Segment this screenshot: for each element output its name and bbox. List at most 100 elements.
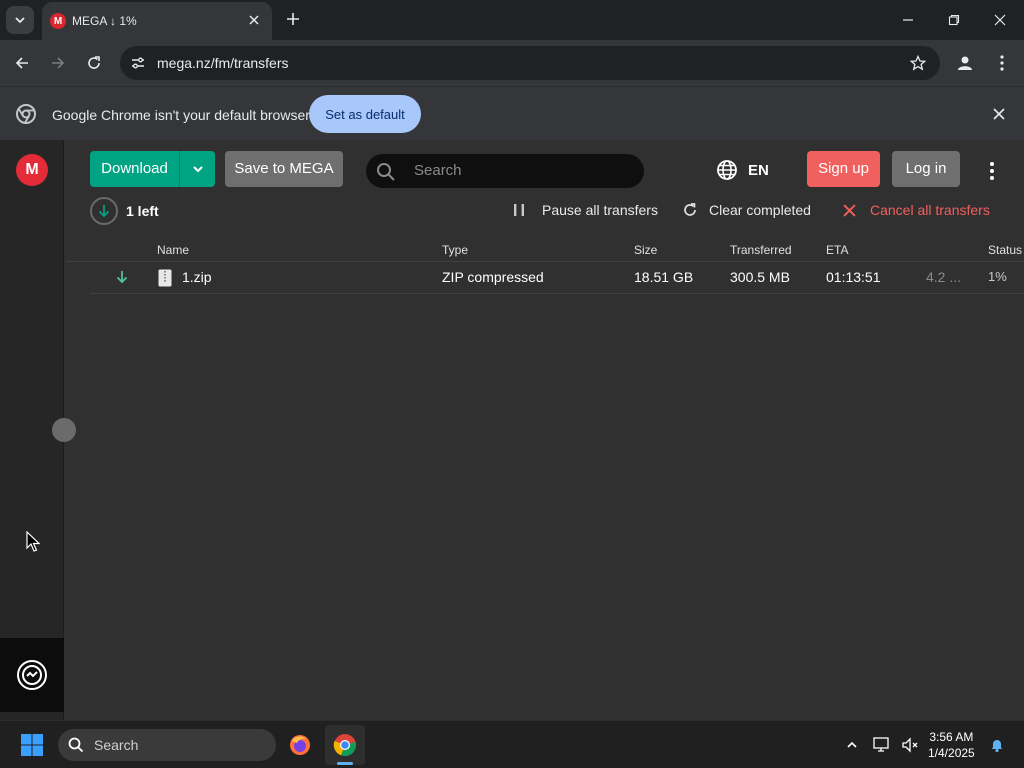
- file-type: ZIP compressed: [442, 269, 544, 285]
- sidebar-resize-handle[interactable]: [52, 418, 76, 442]
- language-label: EN: [748, 161, 769, 179]
- language-selector[interactable]: EN: [716, 159, 769, 181]
- close-icon: [994, 14, 1006, 26]
- taskbar-chrome[interactable]: [325, 725, 365, 765]
- window-close-button[interactable]: [978, 6, 1022, 34]
- table-row[interactable]: 1.zip ZIP compressed 18.51 GB 300.5 MB 0…: [90, 263, 1024, 294]
- eta-value: 01:13:51: [826, 269, 881, 285]
- download-options-button[interactable]: [180, 151, 215, 187]
- browser-toolbar: mega.nz/fm/transfers: [0, 40, 1024, 86]
- browser-tab-strip: M MEGA ↓ 1%: [0, 0, 1024, 40]
- bookmark-star-button[interactable]: [908, 53, 928, 73]
- clear-completed-button[interactable]: Clear completed: [683, 202, 811, 218]
- transfer-status: 1%: [988, 269, 1007, 284]
- taskbar-search-placeholder: Search: [94, 737, 139, 753]
- chrome-logo-icon: [16, 104, 36, 124]
- pause-all-transfers-button[interactable]: Pause all transfers: [512, 202, 658, 218]
- column-header-type[interactable]: Type: [442, 243, 468, 257]
- reload-icon: [88, 56, 100, 69]
- minimize-icon: [903, 19, 913, 21]
- chrome-icon: [333, 734, 356, 757]
- windows-logo-icon: [21, 734, 43, 756]
- taskbar-search-box[interactable]: Search: [58, 729, 276, 761]
- column-header-name[interactable]: Name: [157, 243, 189, 257]
- transfers-remaining-label: 1 left: [126, 203, 159, 219]
- download-button[interactable]: Download: [90, 151, 215, 187]
- arrow-right-icon: [52, 57, 65, 69]
- notifications-button[interactable]: [984, 725, 1010, 765]
- column-header-eta[interactable]: ETA: [826, 243, 848, 257]
- mega-menu-button[interactable]: [983, 162, 1001, 180]
- chrome-menu-button[interactable]: [988, 49, 1016, 77]
- profile-button[interactable]: [951, 49, 979, 77]
- set-as-default-button[interactable]: Set as default: [309, 95, 421, 133]
- zip-file-icon: [158, 269, 172, 290]
- tab-close-button[interactable]: [246, 12, 262, 28]
- file-size: 18.51 GB: [634, 269, 694, 285]
- back-button[interactable]: [8, 49, 36, 77]
- volume-status[interactable]: [894, 725, 926, 765]
- kebab-dot: [990, 162, 994, 166]
- kebab-menu-icon: [1000, 55, 1004, 71]
- pause-icon: [514, 204, 524, 216]
- firefox-icon: [290, 735, 310, 755]
- search-icon: [377, 163, 395, 181]
- pause-all-label: Pause all transfers: [542, 202, 658, 218]
- taskbar-firefox[interactable]: [280, 725, 320, 765]
- url-text: mega.nz/fm/transfers: [157, 55, 289, 71]
- chevron-down-icon: [15, 17, 25, 24]
- sign-up-button[interactable]: Sign up: [807, 151, 880, 187]
- kebab-dot: [990, 176, 994, 180]
- refresh-icon: [684, 203, 696, 216]
- search-input[interactable]: Search: [366, 154, 644, 188]
- cancel-all-label: Cancel all transfers: [870, 202, 990, 218]
- system-clock[interactable]: 3:56 AM 1/4/2025: [928, 729, 975, 761]
- restore-icon: [948, 14, 960, 26]
- restore-button[interactable]: [932, 6, 976, 34]
- chevron-up-icon: [847, 741, 857, 748]
- mega-favicon-icon: M: [50, 13, 66, 29]
- site-info-icon[interactable]: [128, 53, 148, 73]
- new-tab-button[interactable]: [282, 8, 304, 30]
- arrow-left-icon: [15, 57, 28, 69]
- cancel-all-transfers-button[interactable]: Cancel all transfers: [843, 202, 990, 218]
- search-icon: [68, 737, 84, 753]
- tab-search-button[interactable]: [6, 6, 34, 34]
- log-in-button[interactable]: Log in: [892, 151, 960, 187]
- download-button-label: Download: [90, 151, 180, 187]
- save-to-mega-button[interactable]: Save to MEGA: [225, 151, 343, 187]
- tab-title: MEGA ↓ 1%: [72, 14, 137, 28]
- infobar-message: Google Chrome isn't your default browser: [52, 107, 310, 123]
- close-icon: [843, 203, 856, 217]
- clear-completed-label: Clear completed: [709, 202, 811, 218]
- column-header-transferred[interactable]: Transferred: [730, 243, 792, 257]
- transfer-speed: 4.2 ...: [926, 269, 962, 285]
- file-name: 1.zip: [182, 269, 212, 285]
- search-placeholder: Search: [414, 162, 462, 179]
- support-icon[interactable]: [16, 659, 48, 691]
- mega-logo[interactable]: M: [16, 154, 48, 186]
- infobar-close-button[interactable]: [990, 105, 1008, 123]
- windows-taskbar: Search 3:56 AM 1/4/2025: [0, 720, 1024, 768]
- address-bar[interactable]: mega.nz/fm/transfers: [120, 46, 940, 80]
- mouse-cursor-icon: [26, 531, 40, 552]
- reload-button[interactable]: [80, 49, 108, 77]
- network-icon: [873, 737, 889, 752]
- download-direction-icon: [116, 270, 128, 287]
- column-header-size[interactable]: Size: [634, 243, 657, 257]
- clock-time: 3:56 AM: [929, 730, 974, 744]
- plus-icon: [287, 13, 299, 25]
- browser-tab-mega[interactable]: M MEGA ↓ 1%: [42, 2, 272, 40]
- bell-icon: [992, 740, 1002, 753]
- start-button[interactable]: [12, 725, 52, 765]
- star-icon: [910, 55, 926, 71]
- minimize-button[interactable]: [886, 6, 930, 34]
- globe-icon: [717, 160, 737, 180]
- mega-page: M Download Save to MEGA Search EN Sign u…: [0, 140, 1024, 720]
- close-icon: [993, 108, 1005, 120]
- transferred-amount: 300.5 MB: [730, 269, 790, 285]
- column-header-status[interactable]: Status: [988, 243, 1022, 257]
- download-arrow-icon: [90, 197, 118, 225]
- forward-button[interactable]: [44, 49, 72, 77]
- active-app-indicator: [337, 762, 353, 765]
